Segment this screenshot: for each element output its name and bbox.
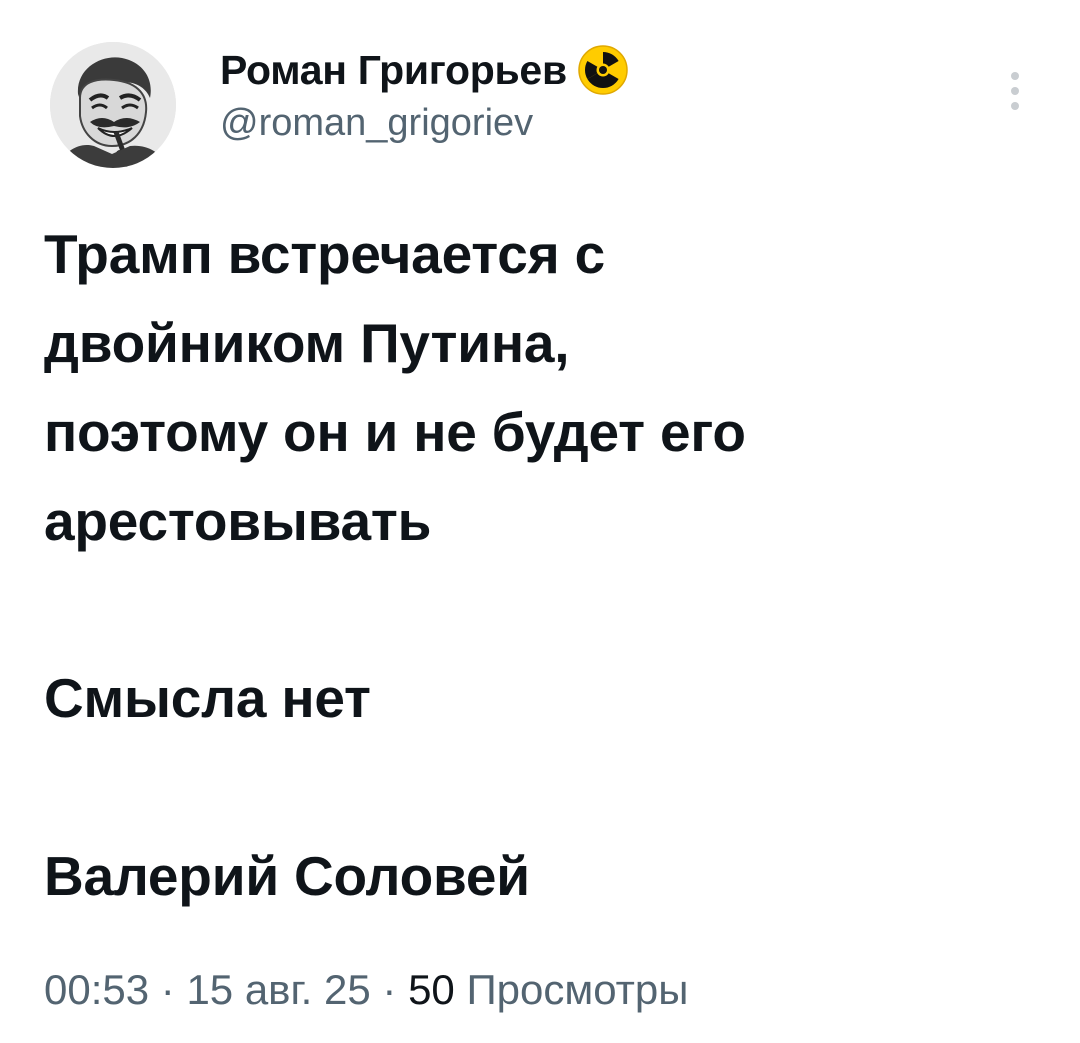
meta-separator: · [160, 966, 187, 1013]
tweet-paragraph-3: Валерий Соловей [44, 845, 530, 907]
tweet-paragraph-2: Смысла нет [44, 667, 371, 729]
avatar[interactable] [50, 42, 176, 168]
tweet-date[interactable]: 15 авг. 25 [186, 966, 370, 1013]
author-handle[interactable]: @roman_grigoriev [220, 102, 629, 145]
tweet-line: поэтому он и не будет его [44, 401, 746, 463]
tweet-line: двойником Путина, [44, 312, 570, 374]
tweet-meta: 00:53 · 15 авг. 25 · 50 Просмотры [44, 966, 688, 1014]
tweet-line: Трамп встречается с [44, 223, 605, 285]
name-row: Роман Григорьев [220, 44, 629, 96]
tweet-header: Роман Григорьев @roman_grigoriev [220, 44, 629, 145]
meta-separator: · [382, 966, 409, 1013]
radioactive-icon [577, 44, 629, 96]
cartoon-face-avatar-icon [50, 42, 176, 168]
views-label[interactable]: Просмотры [466, 966, 688, 1013]
tweet-card: Роман Григорьев @roman_grigoriev Трамп в… [0, 0, 1080, 1043]
views-count[interactable]: 50 [408, 966, 455, 1013]
tweet-time[interactable]: 00:53 [44, 966, 149, 1013]
tweet-line: арестовывать [44, 490, 432, 552]
author-display-name[interactable]: Роман Григорьев [220, 47, 567, 94]
more-vertical-icon[interactable] [1000, 66, 1030, 116]
tweet-paragraph-1: Трамп встречается с двойником Путина, по… [44, 210, 746, 566]
